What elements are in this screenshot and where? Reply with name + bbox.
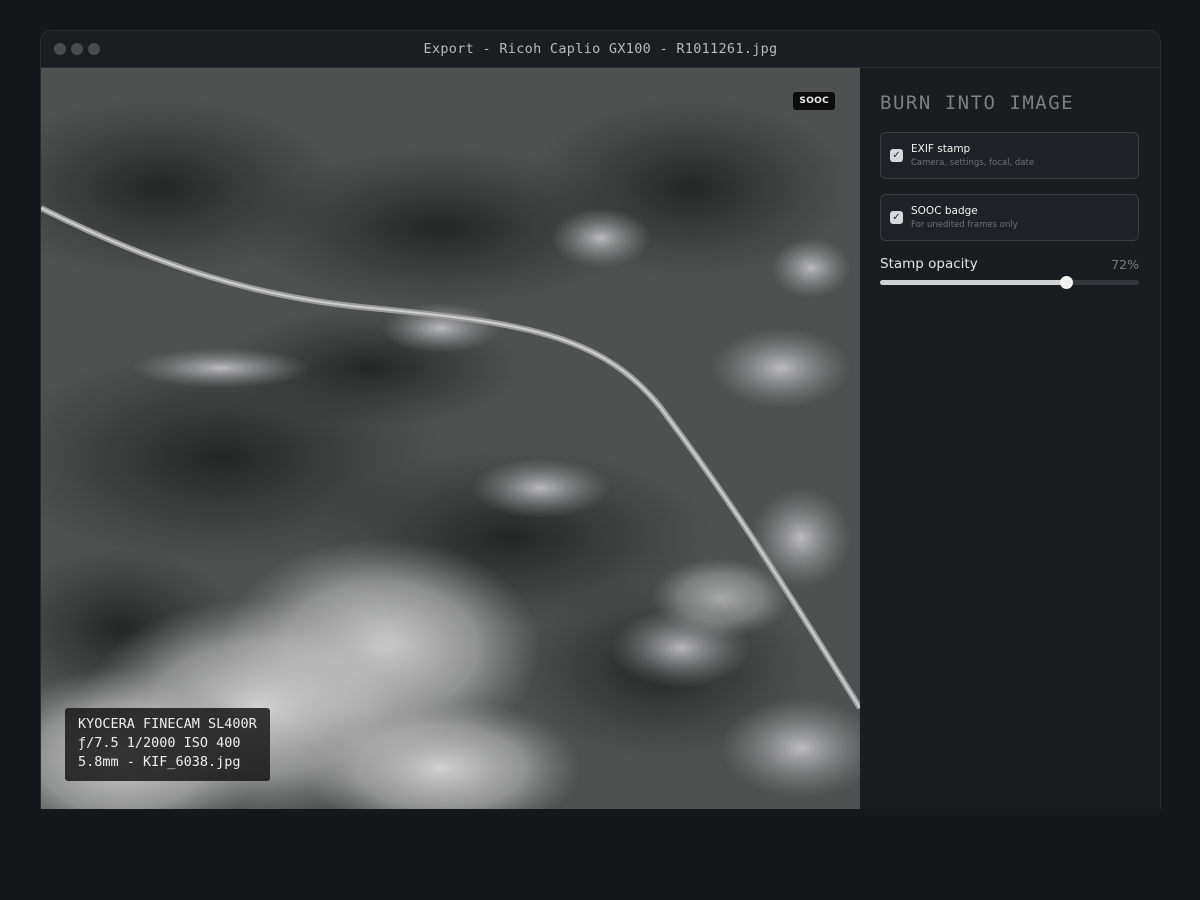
title-bar: Export - Ricoh Caplio GX100 - R1011261.j… — [41, 31, 1160, 68]
exif-stamp-camera: KYOCERA FINECAM SL400R — [78, 716, 257, 732]
aerial-photo — [41, 68, 860, 809]
exif-stamp-option[interactable]: ✓ EXIF stamp Camera, settings, focal, da… — [880, 132, 1139, 179]
sooc-badge-option[interactable]: ✓ SOOC badge For unedited frames only — [880, 194, 1139, 241]
stamp-opacity-label: Stamp opacity — [880, 256, 978, 272]
panel-title: BURN INTO IMAGE — [880, 92, 1075, 114]
burn-settings-panel: BURN INTO IMAGE ✓ EXIF stamp Camera, set… — [860, 68, 1160, 809]
window-title: Export - Ricoh Caplio GX100 - R1011261.j… — [423, 41, 778, 57]
sooc-badge: SOOC — [793, 92, 835, 110]
stamp-opacity-slider[interactable] — [880, 276, 1139, 289]
sooc-badge-checkbox[interactable]: ✓ — [890, 211, 903, 224]
exif-stamp-label: EXIF stamp — [911, 143, 971, 155]
exif-stamp-checkbox[interactable]: ✓ — [890, 149, 903, 162]
exif-stamp-file: 5.8mm - KIF_6038.jpg — [78, 754, 241, 770]
stamp-opacity-value: 72% — [1111, 257, 1139, 272]
sooc-badge-sublabel: For unedited frames only — [911, 220, 1018, 230]
exif-stamp-sublabel: Camera, settings, focal, date — [911, 158, 1035, 168]
stamp-opacity-fill — [880, 280, 1067, 285]
export-window: Export - Ricoh Caplio GX100 - R1011261.j… — [40, 30, 1161, 809]
exif-stamp-settings: ƒ/7.5 1/2000 ISO 400 — [78, 735, 241, 751]
sooc-badge-label: SOOC badge — [911, 205, 978, 217]
exif-stamp: KYOCERA FINECAM SL400R ƒ/7.5 1/2000 ISO … — [65, 708, 270, 781]
stamp-opacity-handle[interactable] — [1060, 276, 1074, 289]
photo-preview: SOOC KYOCERA FINECAM SL400R ƒ/7.5 1/2000… — [41, 68, 860, 809]
